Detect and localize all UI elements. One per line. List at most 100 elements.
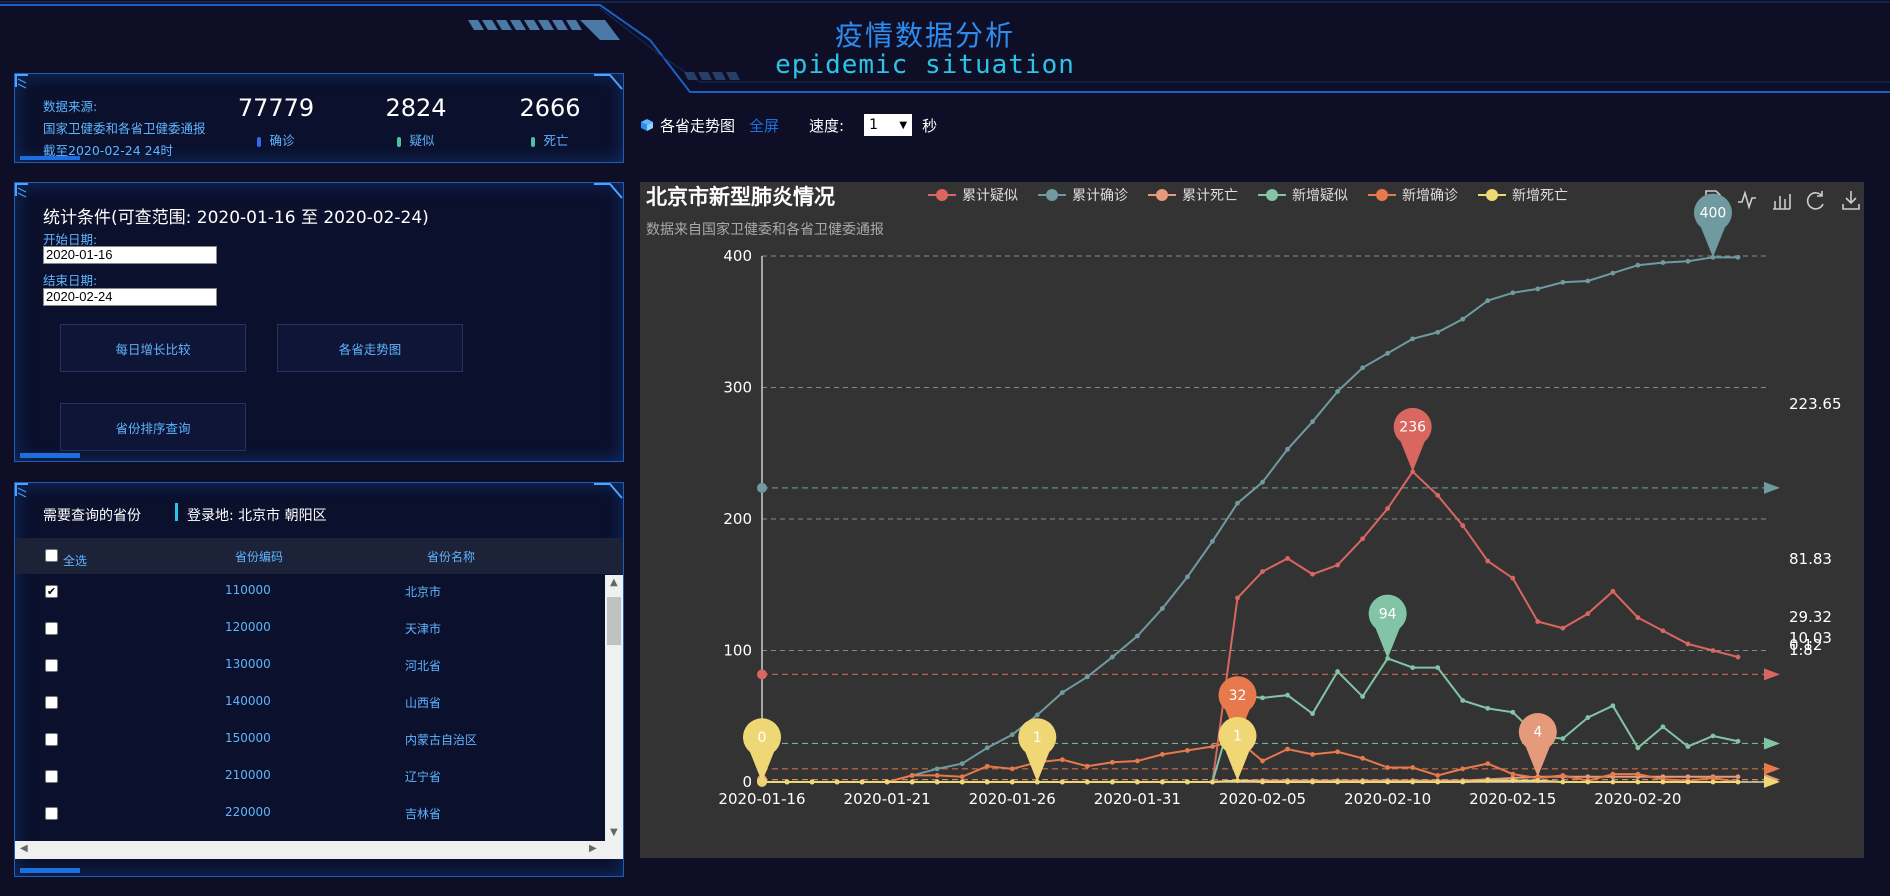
data-point: [1460, 698, 1466, 703]
panel-frame: [15, 74, 623, 160]
average-start-dot: [757, 669, 767, 680]
data-point: [1335, 562, 1340, 568]
data-point: [1560, 779, 1566, 785]
data-point: [1435, 665, 1441, 670]
data-point: [1360, 536, 1366, 542]
data-point: [1084, 763, 1090, 769]
average-arrow: [1764, 668, 1780, 681]
line-switch-icon[interactable]: [1738, 190, 1756, 210]
legend-swatch: [936, 189, 948, 201]
speed-select[interactable]: 1 ▼: [864, 114, 913, 136]
data-point: [1735, 654, 1741, 660]
data-point: [1610, 270, 1616, 276]
data-point: [1485, 298, 1491, 304]
max-marker: [1218, 716, 1257, 781]
data-point: [1009, 779, 1015, 785]
legend-item: 新增死亡: [1512, 188, 1568, 204]
trend-label: 各省走势图: [660, 116, 736, 135]
legend-swatch: [1156, 189, 1168, 201]
data-point: [1585, 611, 1591, 617]
data-point: [1535, 286, 1541, 292]
data-point: [1360, 779, 1366, 785]
data-point: [1335, 669, 1340, 674]
data-point: [809, 779, 815, 785]
data-point: [1009, 732, 1015, 738]
data-point: [1210, 538, 1215, 544]
data-point: [1460, 766, 1466, 772]
data-point: [1160, 779, 1165, 785]
data-point: [1560, 736, 1566, 742]
data-point: [1460, 523, 1466, 528]
data-point: [1610, 771, 1616, 777]
data-point: [1735, 779, 1741, 785]
data-point: [1185, 748, 1190, 753]
data-point: [984, 763, 990, 769]
data-point: [834, 779, 840, 785]
data-point: [1485, 705, 1491, 711]
y-tick-label: 300: [723, 379, 752, 397]
data-point: [1560, 773, 1566, 778]
data-point: [1084, 779, 1090, 785]
max-marker: [1393, 407, 1432, 472]
data-point: [1735, 774, 1741, 780]
legend-item: 新增确诊: [1402, 188, 1458, 204]
data-point: [1460, 316, 1466, 322]
legend-item: 新增疑似: [1292, 188, 1348, 204]
data-point: [1360, 694, 1366, 699]
data-point: [1310, 779, 1315, 785]
data-point: [1510, 771, 1516, 777]
legend-item: 累计疑似: [962, 188, 1018, 204]
pin-label: 1: [1033, 730, 1042, 746]
data-point: [1084, 674, 1090, 680]
data-point: [1510, 778, 1516, 784]
chart-controls: 各省走势图 全屏 速度: 1 ▼ 秒: [640, 114, 937, 136]
data-point: [1660, 724, 1666, 730]
conditions-panel: 统计条件(可查范围: 2020-01-16 至 2020-02-24) 开始日期…: [14, 182, 624, 462]
pin-label: 1: [1233, 729, 1242, 745]
data-point: [984, 779, 990, 785]
summary-panel: 数据来源: 国家卫健委和各省卫健委通报 截至2020-02-24 24时 777…: [14, 73, 624, 163]
data-point: [1635, 615, 1641, 621]
bar-switch-icon[interactable]: [1773, 194, 1791, 210]
chart-svg: 北京市新型肺炎情况数据来自国家卫健委和各省卫健委通报 累计疑似 累计确诊 累计死亡 新增…: [646, 185, 1860, 808]
fullscreen-link[interactable]: 全屏: [749, 115, 779, 136]
data-point: [1235, 595, 1240, 601]
trend-chart: 北京市新型肺炎情况 数据来自国家卫健委和各省卫健委通报 累计疑似 累计确诊 累计死亡 新增…: [640, 182, 1864, 858]
save-image-icon[interactable]: [1842, 191, 1860, 210]
data-point: [1610, 588, 1616, 594]
data-point: [1385, 350, 1391, 356]
data-point: [1685, 258, 1691, 264]
data-point: [1310, 751, 1315, 757]
data-point: [1009, 766, 1015, 772]
data-point: [959, 774, 965, 780]
data-point: [1485, 558, 1491, 564]
data-point: [934, 779, 940, 785]
data-point: [1435, 773, 1441, 778]
data-point: [1660, 260, 1666, 265]
pin-label: 94: [1379, 606, 1397, 622]
data-point: [1310, 711, 1315, 717]
speed-value: 1: [869, 117, 879, 133]
y-tick-label: 100: [723, 642, 752, 660]
data-point: [1635, 779, 1641, 785]
data-point: [1059, 757, 1065, 763]
average-label: 223.65: [1789, 395, 1842, 413]
series-line: [762, 779, 1738, 783]
data-point: [1134, 633, 1140, 639]
data-point: [1435, 492, 1441, 498]
restore-icon[interactable]: [1806, 191, 1824, 210]
max-marker: [1018, 718, 1057, 782]
data-point: [1585, 779, 1591, 785]
data-point: [1410, 765, 1416, 770]
series-line: [762, 657, 1739, 783]
data-point: [934, 773, 940, 778]
chevron-down-icon: ▼: [899, 119, 908, 131]
data-point: [1385, 765, 1391, 770]
data-point: [1109, 759, 1115, 765]
province-panel: 需要查询的省份 登录地: 北京市 朝阳区 全选 省份编码 省份名称 ✔ 1100…: [14, 482, 624, 877]
x-tick-label: 2020-02-15: [1469, 790, 1556, 808]
legend-swatch: [1376, 189, 1388, 201]
data-point: [1210, 744, 1215, 749]
data-point: [1285, 692, 1290, 698]
legend-swatch: [1266, 189, 1278, 201]
